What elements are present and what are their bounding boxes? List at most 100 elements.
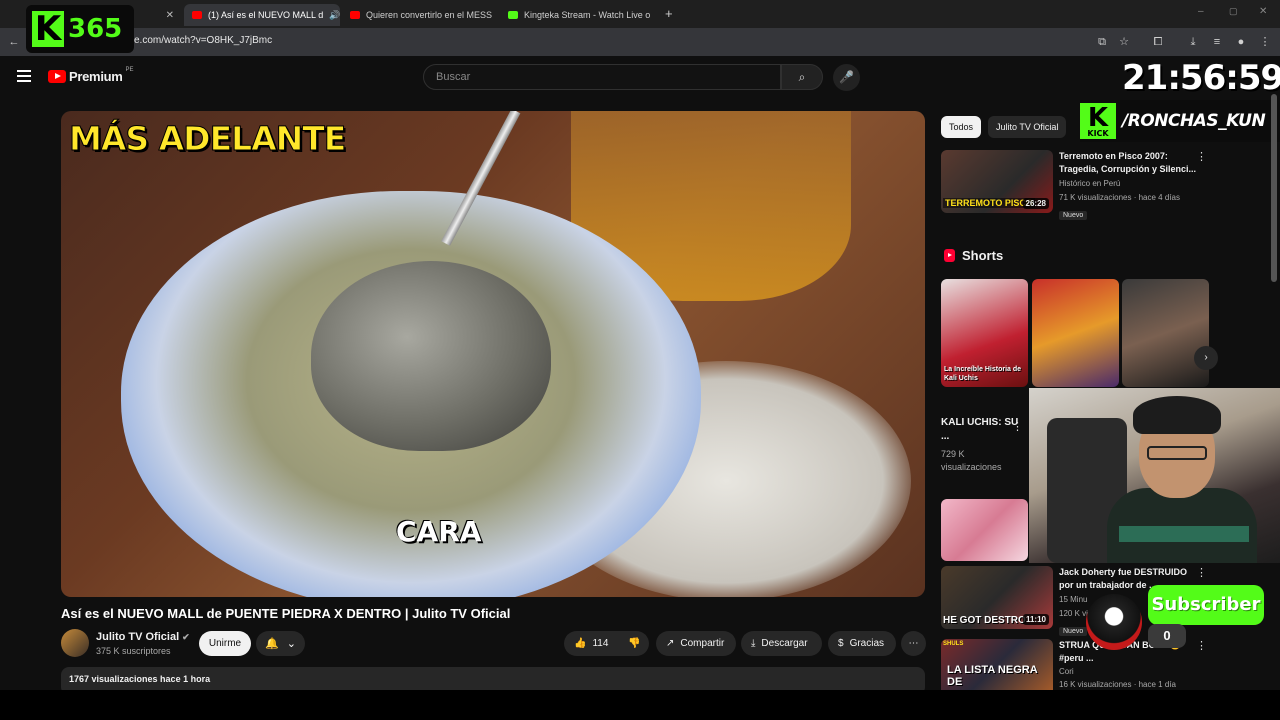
kick-logo-text: KICK: [1087, 129, 1109, 138]
video-frame-fish: [311, 261, 551, 451]
recommended-video[interactable]: TERREMOTO PISCO 26:28 Terremoto en Pisco…: [941, 150, 1211, 220]
channel-avatar[interactable]: [61, 629, 89, 657]
subscriber-widget: Subscriber: [1148, 585, 1264, 625]
search-icon: ⌕: [798, 70, 806, 84]
youtube-play-icon: [48, 70, 66, 83]
chip-channel[interactable]: Julito TV Oficial: [988, 116, 1067, 138]
chevron-down-icon: ⌄: [286, 638, 296, 650]
like-dislike-group: 👍 114 👎: [564, 631, 649, 656]
browser-tab[interactable]: Quieren convertirlo en el MESS ✕: [342, 4, 498, 26]
mascot-icon: [1086, 594, 1142, 650]
bell-icon: 🔔: [265, 638, 279, 650]
channel-name[interactable]: Julito TV Oficial ✔: [96, 631, 190, 643]
search-button[interactable]: ⌕: [781, 64, 823, 90]
thumbnail-text: LA LISTA NEGRA DE: [947, 664, 1038, 688]
browser-tab-active[interactable]: (1) Así es el NUEVO MALL d 🔊 ✕: [184, 4, 340, 26]
youtube-favicon-icon: [192, 11, 202, 19]
kick-favicon-icon: [508, 11, 518, 19]
microphone-icon: 🎤: [839, 70, 854, 84]
video-title: Así es el NUEVO MALL de PUENTE PIEDRA X …: [61, 606, 511, 621]
video-thumbnail[interactable]: HE GOT DESTRO 11:10: [941, 566, 1053, 629]
thumbnail-label: SHULS: [943, 641, 964, 647]
more-vert-icon[interactable]: ⋮: [1012, 420, 1023, 433]
short-info: KALI UCHIS: SU ... 729 K visualizaciones: [941, 416, 1021, 474]
subscriber-count: 375 K suscriptores: [96, 646, 171, 656]
video-info: Terremoto en Pisco 2007: Tragedia, Corru…: [1059, 150, 1199, 222]
youtube-favicon-icon: [350, 11, 360, 19]
voice-search-button[interactable]: 🎤: [833, 64, 860, 91]
speaker-icon[interactable]: 🔊: [329, 10, 340, 21]
notifications-button[interactable]: 🔔 ⌄: [256, 631, 305, 656]
youtube-header: Premium PE Buscar ⌕ 🎤: [0, 56, 1280, 96]
tab-label: (1) Así es el NUEVO MALL d: [208, 10, 324, 20]
short-thumbnail[interactable]: [1032, 279, 1119, 387]
reading-list-icon[interactable]: ≡: [1210, 35, 1224, 49]
video-title[interactable]: Terremoto en Pisco 2007: Tragedia, Corru…: [1059, 150, 1199, 176]
address-bar: ← e.com/watch?v=O8HK_J7jBmc ⧉ ☆ ⧠ ⤓ ≡ ● …: [0, 28, 1280, 56]
tab-label: Kingteka Stream - Watch Live o: [524, 10, 651, 20]
like-count[interactable]: 114: [592, 638, 608, 649]
chip-todos[interactable]: Todos: [941, 116, 982, 138]
stream-clock: 21:56:59: [1122, 58, 1280, 98]
kick-logo: K KICK: [1080, 103, 1116, 139]
thanks-label: Gracias: [849, 638, 885, 649]
video-thumbnail[interactable]: SHULS LA LISTA NEGRA DE: [941, 639, 1053, 690]
short-thumbnail[interactable]: [1122, 279, 1209, 387]
more-vert-icon[interactable]: ⋮: [1196, 639, 1207, 652]
subscriber-counter: 0: [1148, 624, 1186, 648]
maximize-icon[interactable]: ▢: [1229, 6, 1238, 17]
like-icon[interactable]: 👍: [574, 638, 586, 649]
short-thumbnail[interactable]: La Increíble Historia de Kali Uchis: [941, 279, 1028, 387]
duration-badge: 26:28: [1022, 198, 1049, 209]
new-badge: Nuevo: [1059, 211, 1088, 220]
video-meta: 71 K visualizaciones · hace 4 días: [1059, 193, 1180, 202]
thumbnail-text: HE GOT DESTRO: [943, 615, 1026, 626]
youtube-logo[interactable]: Premium PE: [48, 66, 134, 84]
hamburger-menu-icon[interactable]: [17, 70, 31, 82]
dislike-icon[interactable]: 👎: [628, 638, 640, 649]
menu-dots-icon[interactable]: ⋮: [1258, 35, 1272, 49]
short-thumbnail[interactable]: [941, 499, 1028, 561]
join-button[interactable]: Unirme: [199, 631, 251, 656]
short-title[interactable]: KALI UCHIS: SU ...: [941, 416, 1021, 444]
share-button[interactable]: ↗ Compartir: [656, 631, 736, 656]
webcam-overlay: [1029, 388, 1280, 563]
video-player[interactable]: MÁS ADELANTE CARA: [61, 111, 925, 597]
cast-icon[interactable]: ⧉: [1095, 35, 1109, 49]
video-meta: 16 K visualizaciones · hace 1 día: [1059, 680, 1176, 689]
minimize-icon[interactable]: –: [1198, 6, 1204, 17]
more-vert-icon[interactable]: ⋮: [1196, 150, 1207, 163]
bookmark-star-icon[interactable]: ☆: [1117, 35, 1131, 49]
channel-name[interactable]: Histórico en Perú: [1059, 178, 1199, 190]
bottom-bar: [0, 690, 1280, 720]
profile-icon[interactable]: ●: [1234, 35, 1248, 49]
kick-username: /RONCHAS_KUN: [1122, 111, 1266, 131]
video-thumbnail[interactable]: TERREMOTO PISCO 26:28: [941, 150, 1053, 213]
brand-label: Premium: [69, 69, 123, 84]
download-icon: ⤓: [751, 638, 756, 649]
video-caption-top: MÁS ADELANTE: [68, 119, 346, 159]
short-label: La Increíble Historia de Kali Uchis: [944, 366, 1022, 382]
more-vert-icon[interactable]: ⋮: [1196, 566, 1207, 579]
scrollbar[interactable]: [1271, 94, 1277, 282]
channel-name[interactable]: Cori: [1059, 666, 1199, 678]
back-icon[interactable]: ←: [7, 35, 21, 49]
thumbnail-text: TERREMOTO PISCO: [943, 198, 1035, 208]
url-field[interactable]: e.com/watch?v=O8HK_J7jBmc: [134, 35, 272, 46]
stream-logo-overlay: K 365: [26, 5, 134, 53]
webcam-glasses: [1147, 446, 1207, 460]
browser-tab[interactable]: Kingteka Stream - Watch Live o ✕: [500, 4, 656, 26]
more-actions-button[interactable]: ⋯: [901, 631, 926, 656]
download-button[interactable]: ⤓ Descargar: [741, 631, 822, 656]
video-meta: 1767 visualizaciones hace 1 hora: [69, 674, 211, 684]
search-input[interactable]: Buscar: [423, 64, 781, 90]
shorts-next-button[interactable]: ›: [1194, 346, 1218, 370]
logo-k: K: [32, 11, 64, 47]
download-icon[interactable]: ⤓: [1186, 35, 1200, 49]
region-label: PE: [125, 66, 134, 73]
thanks-button[interactable]: $ Gracias: [828, 631, 896, 656]
window-close-icon[interactable]: ✕: [1259, 6, 1267, 17]
extensions-icon[interactable]: ⧠: [1151, 35, 1165, 49]
new-tab-icon[interactable]: +: [665, 6, 673, 21]
close-icon[interactable]: ✕: [166, 10, 174, 21]
